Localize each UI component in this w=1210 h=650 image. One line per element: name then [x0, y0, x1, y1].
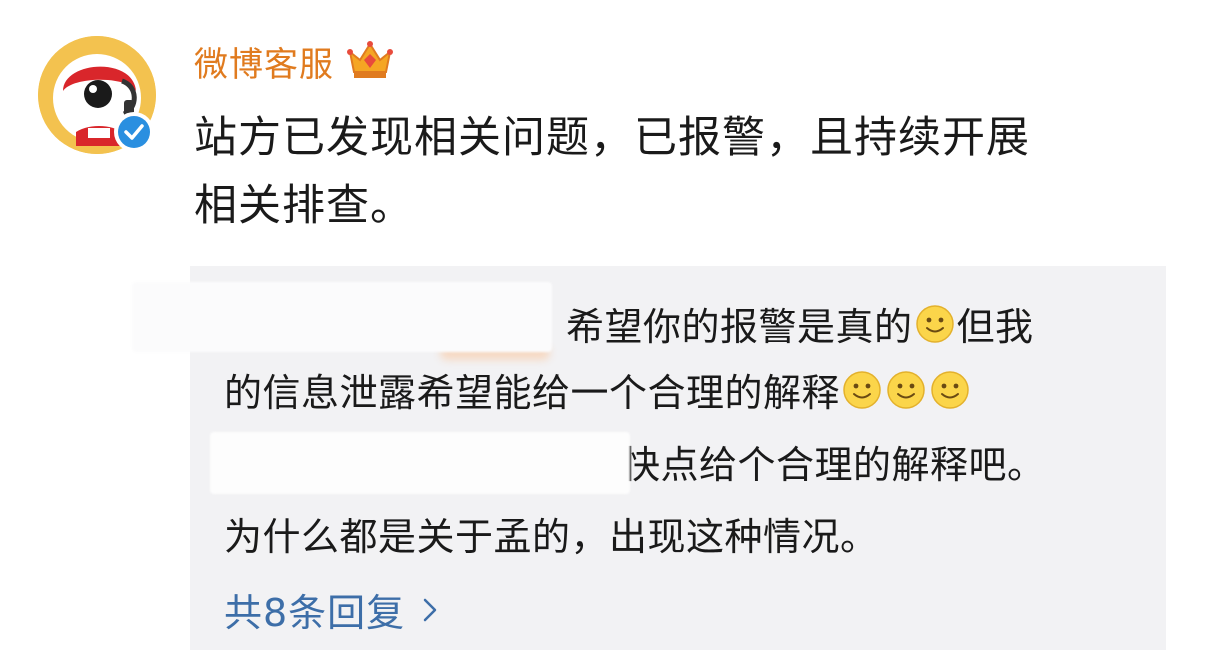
chevron-right-icon[interactable] [423, 598, 437, 622]
reply-1: 希望你的报警是真的 但我 [566, 296, 1034, 351]
more-replies-label[interactable]: 共8条回复 [224, 582, 405, 637]
username-row: 微博客服 [194, 36, 394, 86]
more-replies-link[interactable]: 共8条回复 [224, 582, 437, 637]
reply-2: 快点给个合理的解释吧。 [622, 434, 1046, 489]
smiley-emoji-icon [843, 370, 881, 409]
smiley-emoji-icon [931, 370, 969, 409]
reply-text: 为什么都是关于孟的，出现这种情况。 [224, 515, 879, 559]
username[interactable]: 微博客服 [194, 37, 334, 86]
smiley-emoji-icon [887, 370, 925, 409]
crown-vip-icon[interactable] [346, 38, 394, 84]
reply-text: 但我 [956, 305, 1034, 349]
reply-text: 的信息泄露希望能给一个合理的解释 [224, 371, 841, 415]
reply-text: 快点给个合理的解释吧。 [622, 443, 1046, 487]
verified-badge [114, 112, 154, 152]
post-content-line: 相关排查。 [194, 181, 414, 231]
redacted-username [210, 432, 630, 494]
verified-check-icon [118, 116, 150, 148]
post-content-line: 站方已发现相关问题，已报警，且持续开展 [194, 113, 1030, 163]
reply-3: 为什么都是关于孟的，出现这种情况。 [224, 506, 879, 561]
reply-1-continued: 的信息泄露希望能给一个合理的解释 [224, 362, 972, 417]
redacted-username [132, 282, 552, 352]
weibo-post: 微博客服 站方已发现相关问题，已报警，且持续开展 相关排查。 希望你的报警是真的… [0, 0, 1210, 650]
smiley-emoji-icon [915, 304, 954, 343]
reply-text: 希望你的报警是真的 [566, 305, 913, 349]
post-content: 站方已发现相关问题，已报警，且持续开展 相关排查。 [194, 104, 1174, 240]
